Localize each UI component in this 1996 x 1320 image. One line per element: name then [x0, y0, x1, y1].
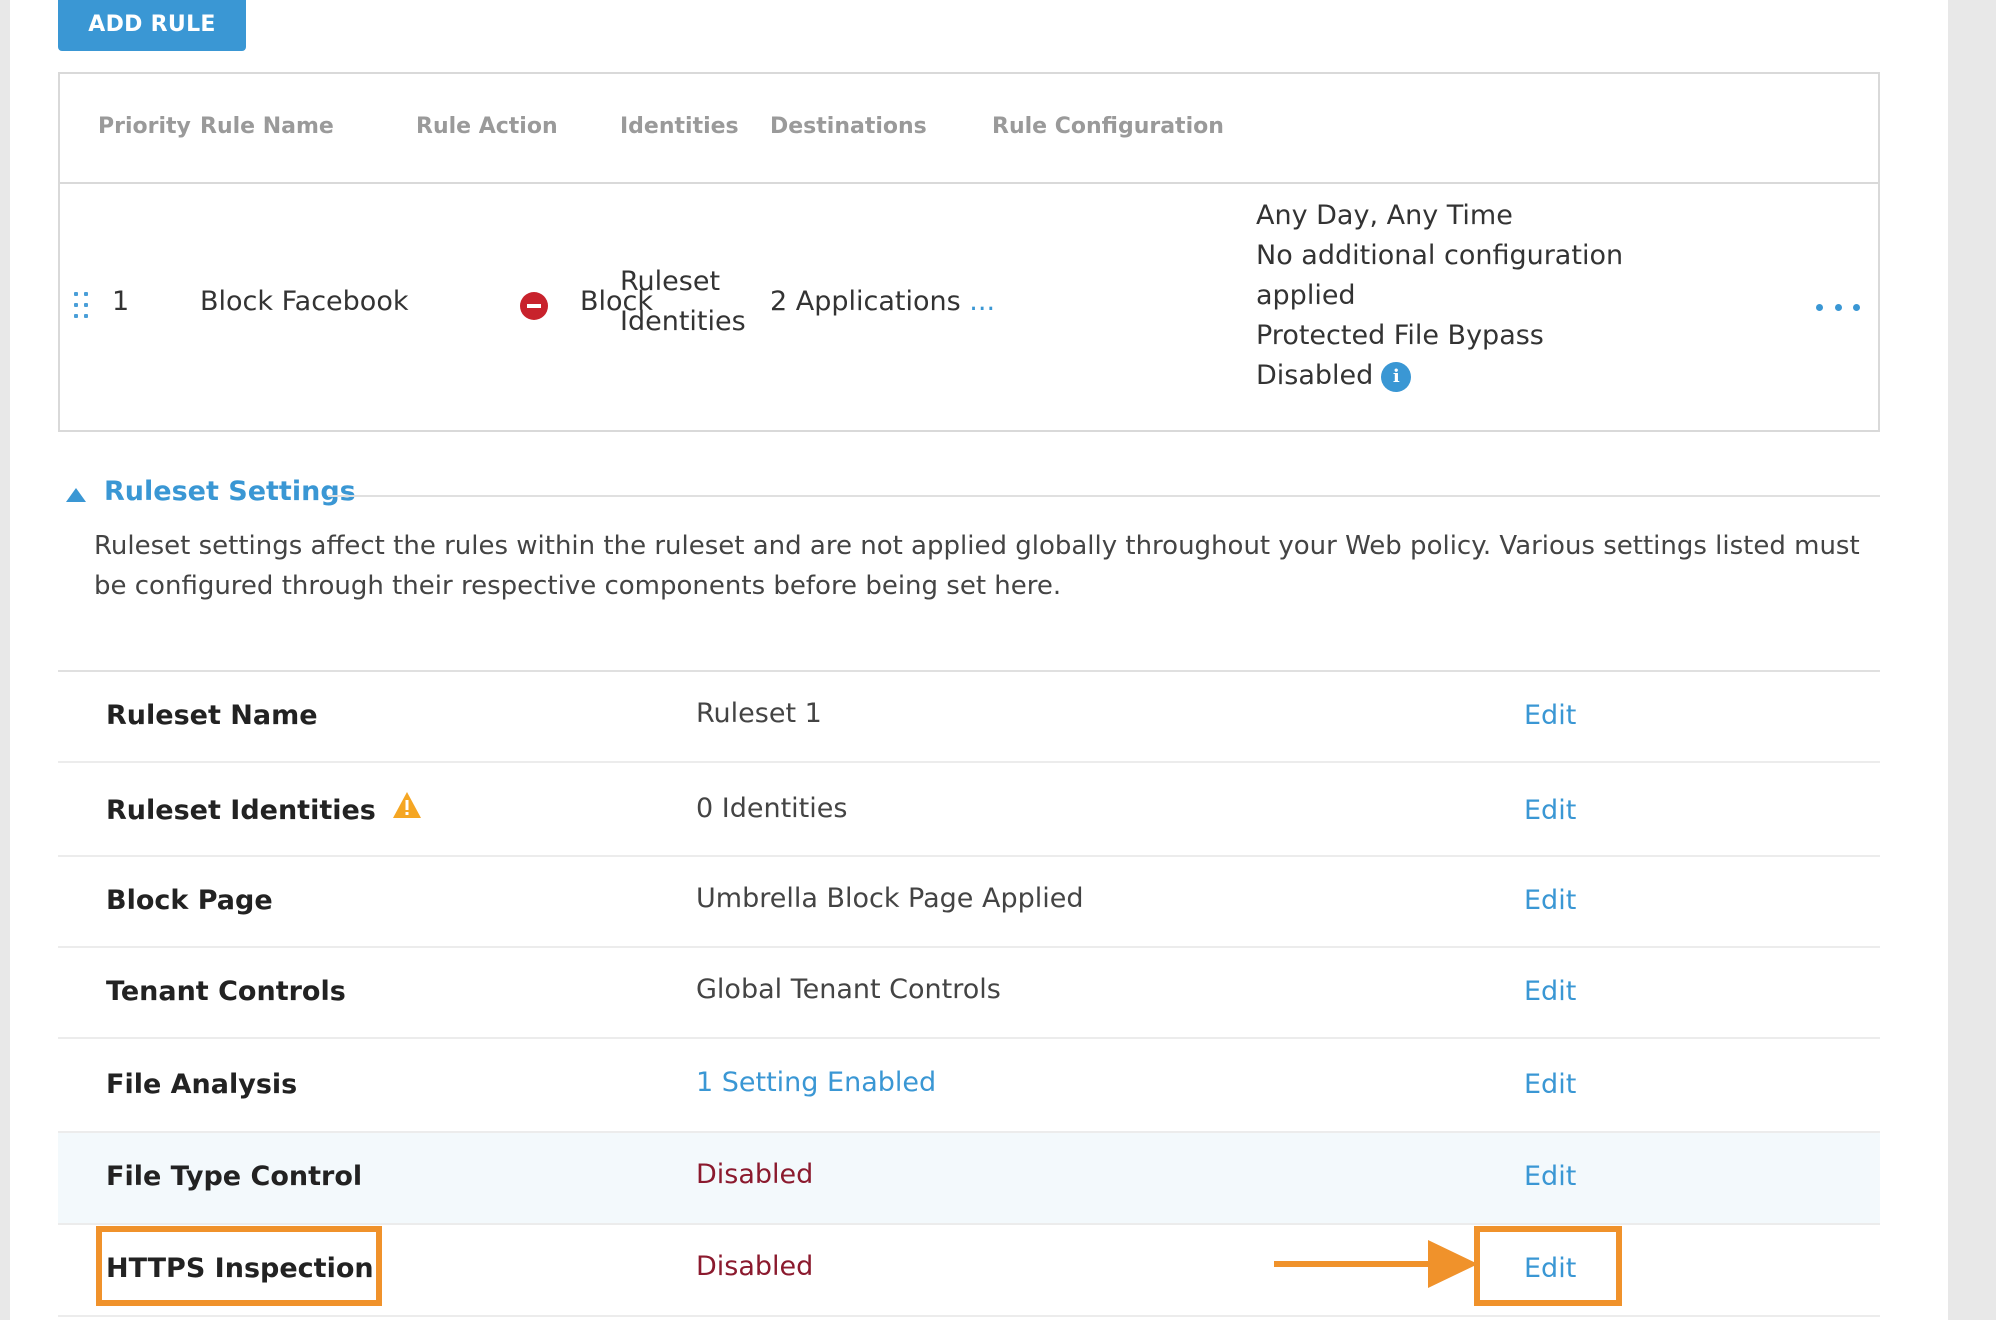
setting-value: Global Tenant Controls: [696, 974, 1001, 1005]
rule-configuration: Any Day, Any Time No additional configur…: [1256, 196, 1623, 396]
edit-link[interactable]: Edit: [1524, 1069, 1576, 1100]
config-line: Disabled i: [1256, 356, 1623, 396]
add-rule-button[interactable]: ADD RULE: [58, 0, 246, 51]
setting-value: 0 Identities: [696, 793, 848, 824]
setting-name: Tenant Controls: [106, 976, 346, 1007]
edit-link[interactable]: Edit: [1524, 885, 1576, 916]
setting-name-with-warning: Ruleset Identities: [106, 792, 422, 830]
config-line: Protected File Bypass: [1256, 320, 1544, 351]
arrow-head-icon: [1428, 1240, 1478, 1288]
ruleset-settings-description: Ruleset settings affect the rules within…: [94, 531, 1860, 601]
setting-value-disabled: Disabled: [696, 1251, 814, 1282]
annotation-highlight-setting: [96, 1226, 382, 1306]
info-icon[interactable]: i: [1381, 361, 1412, 392]
edit-link[interactable]: Edit: [1524, 1161, 1576, 1192]
rule-name[interactable]: Block Facebook: [200, 286, 408, 317]
ruleset-settings-header[interactable]: Ruleset Settings: [66, 476, 1880, 516]
config-line: applied: [1256, 280, 1356, 311]
drag-handle-icon[interactable]: [74, 292, 94, 322]
warning-icon: [392, 791, 422, 826]
setting-name: Ruleset Identities: [106, 795, 376, 826]
rule-identities-line1: Ruleset: [620, 266, 721, 297]
rules-table: Priority Rule Name Rule Action Identitie…: [58, 72, 1880, 432]
caret-up-icon[interactable]: [66, 488, 86, 502]
rule-destinations: 2 Applications ...: [770, 286, 995, 317]
settings-row: File Type Control Disabled Edit: [58, 1133, 1880, 1225]
destinations-more-link[interactable]: ...: [969, 286, 995, 317]
setting-value-disabled: Disabled: [696, 1159, 814, 1190]
table-row[interactable]: 1 Block Facebook Block Ruleset Identitie…: [60, 182, 1878, 430]
column-header-priority[interactable]: Priority: [98, 114, 191, 139]
edit-link[interactable]: Edit: [1524, 700, 1576, 731]
annotation-highlight-edit: [1474, 1226, 1622, 1306]
edit-link[interactable]: Edit: [1524, 795, 1576, 826]
setting-name: File Type Control: [106, 1161, 363, 1192]
column-header-destinations[interactable]: Destinations: [770, 114, 927, 139]
setting-value: Ruleset 1: [696, 698, 822, 729]
settings-row: File Analysis 1 Setting Enabled Edit: [58, 1039, 1880, 1133]
ruleset-settings-table: Ruleset Name Ruleset 1 Edit Ruleset Iden…: [58, 670, 1880, 1317]
settings-row: Tenant Controls Global Tenant Controls E…: [58, 948, 1880, 1039]
column-header-rule-configuration[interactable]: Rule Configuration: [992, 114, 1224, 139]
ruleset-settings-title[interactable]: Ruleset Settings: [104, 476, 356, 507]
setting-name: Ruleset Name: [106, 700, 318, 731]
settings-row: Ruleset Identities 0 Identities Edit: [58, 763, 1880, 857]
setting-value-link[interactable]: 1 Setting Enabled: [696, 1067, 936, 1098]
config-line: Any Day, Any Time: [1256, 200, 1513, 231]
edit-link[interactable]: Edit: [1524, 976, 1576, 1007]
column-header-identities[interactable]: Identities: [620, 114, 739, 139]
config-disabled-text: Disabled: [1256, 360, 1374, 391]
settings-row: Ruleset Name Ruleset 1 Edit: [58, 672, 1880, 763]
rule-priority: 1: [112, 286, 130, 317]
rules-table-header: Priority Rule Name Rule Action Identitie…: [60, 74, 1878, 184]
more-options-icon[interactable]: [1816, 304, 1860, 314]
config-line: No additional configuration: [1256, 240, 1624, 271]
arrow-right-icon: [1274, 1261, 1444, 1267]
settings-row: Block Page Umbrella Block Page Applied E…: [58, 857, 1880, 948]
setting-value: Umbrella Block Page Applied: [696, 883, 1084, 914]
column-header-rule-action[interactable]: Rule Action: [416, 114, 558, 139]
setting-name: File Analysis: [106, 1069, 298, 1100]
column-header-rule-name[interactable]: Rule Name: [200, 114, 334, 139]
setting-name: Block Page: [106, 885, 273, 916]
section-divider: [328, 495, 1880, 497]
rule-destinations-text: 2 Applications: [770, 286, 961, 317]
rule-identities-line2: Identities: [620, 306, 746, 337]
block-icon: [520, 292, 548, 320]
